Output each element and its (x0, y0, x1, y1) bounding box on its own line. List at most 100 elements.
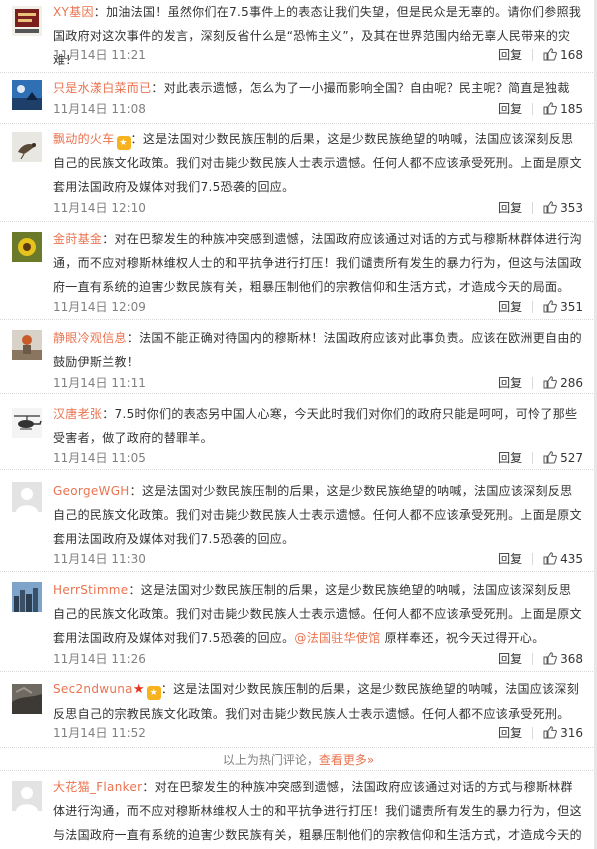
default-icon (12, 482, 42, 512)
thumbs-up-icon (543, 451, 557, 464)
comment-item: 大花猫_Flanker：对在巴黎发生的种族冲突感到遗憾，法国政府应该通过对话的方… (0, 770, 597, 849)
comment-username[interactable]: XY基因 (53, 5, 94, 19)
reply-button[interactable]: 回复 (498, 550, 522, 567)
avatar[interactable] (12, 781, 42, 811)
avatar[interactable] (12, 6, 42, 36)
default-icon (12, 781, 42, 811)
member-badge-icon: ★ (116, 136, 131, 150)
comment-time: 11月14日 11:11 (53, 376, 146, 390)
avatar[interactable] (12, 482, 42, 512)
colon: ： (102, 407, 115, 421)
comment-meta: 11月14日 12:10 回复 353 (53, 199, 583, 219)
comment-meta: 11月14日 11:11 回复 286 (53, 374, 583, 394)
avatar[interactable] (12, 232, 42, 262)
colon: ： (151, 81, 164, 95)
like-count: 168 (560, 47, 583, 62)
reply-button[interactable]: 回复 (498, 724, 522, 741)
comment-actions: 回复 435 (498, 550, 583, 567)
thumbs-up-icon (543, 552, 557, 565)
person-icon (12, 330, 42, 360)
comment-text: 金莳基金：对在巴黎发生的种族冲突感到遗憾，法国政府应该通过对话的方式与穆斯林群体… (53, 227, 583, 299)
avatar[interactable] (12, 582, 42, 612)
avatar[interactable] (12, 132, 42, 162)
divider (532, 201, 534, 214)
comment-actions: 回复 527 (498, 449, 583, 466)
flower-icon (12, 232, 42, 262)
comment-username[interactable]: 只是水漾白菜而已 (53, 81, 151, 95)
comment-item: HerrStimme：这是法国对少数民族压制的后果，这是少数民族绝望的呐喊，法国… (0, 572, 597, 672)
comment-item: 汉唐老张：7.5时你们的表态另中国人心寒，今天此时我们对你们的政府只能是呵呵，可… (0, 394, 597, 470)
avatar[interactable] (12, 684, 42, 714)
reply-button[interactable]: 回复 (498, 374, 522, 391)
comment-time: 11月14日 11:05 (53, 451, 146, 465)
comment-item: GeorgeWGH：这是法国对少数民族压制的后果，这是少数民族绝望的呐喊，法国应… (0, 470, 597, 572)
like-button[interactable]: 286 (543, 376, 583, 390)
avatar[interactable] (12, 408, 42, 438)
comment-username[interactable]: 大花猫_Flanker (53, 780, 142, 794)
comment-username[interactable]: Sec2ndwuna (53, 682, 133, 696)
reply-button[interactable]: 回复 (498, 449, 522, 466)
thumbs-up-icon (543, 300, 557, 313)
like-button[interactable]: 316 (543, 726, 583, 740)
comment-username[interactable]: GeorgeWGH (53, 484, 130, 498)
comment-item: 金莳基金：对在巴黎发生的种族冲突感到遗憾，法国政府应该通过对话的方式与穆斯林群体… (0, 222, 597, 320)
reply-button[interactable]: 回复 (498, 46, 522, 63)
comment-text: 只是水漾白菜而已：对此表示遗憾，怎么为了一小撮而影响全国？自由呢？民主呢？简直是… (53, 76, 583, 100)
view-more-link[interactable]: 查看更多» (319, 753, 374, 767)
comment-meta: 11月14日 11:21 回复 168 (53, 46, 583, 66)
comment-actions: 回复 185 (498, 100, 583, 117)
avatar[interactable] (12, 330, 42, 360)
comment-actions: 回复 316 (498, 724, 583, 741)
bird-icon (12, 132, 42, 162)
reply-button[interactable]: 回复 (498, 100, 522, 117)
comment-text: 大花猫_Flanker：对在巴黎发生的种族冲突感到遗憾，法国政府应该通过对话的方… (53, 775, 583, 849)
comment-item: 飘动的火车 ★ ：这是法国对少数民族压制的后果，这是少数民族绝望的呐喊，法国应该深刻… (0, 124, 597, 222)
like-count: 353 (560, 200, 583, 215)
divider (532, 726, 534, 739)
comment-username[interactable]: 飘动的火车 (53, 132, 115, 146)
like-button[interactable]: 527 (543, 451, 583, 465)
like-count: 351 (560, 299, 583, 314)
like-button[interactable]: 353 (543, 201, 583, 215)
comment-body-tail: 原样奉还，祝今天过得开心。 (380, 631, 545, 645)
comment-text: 汉唐老张：7.5时你们的表态另中国人心寒，今天此时我们对你们的政府只能是呵呵，可… (53, 402, 583, 450)
comment-item: Sec2ndwuna★ ★ ：这是法国对少数民族压制的后果，这是少数民族绝望的呐喊，… (0, 672, 597, 748)
comment-username[interactable]: HerrStimme (53, 583, 128, 597)
like-count: 286 (560, 375, 583, 390)
comment-item: XY基因：加油法国！虽然你们在7.5事件上的表态让我们失望，但是民众是无辜的。请… (0, 0, 597, 73)
divider (532, 102, 534, 115)
comment-username[interactable]: 汉唐老张 (53, 407, 102, 421)
colon: ： (142, 780, 155, 794)
like-button[interactable]: 351 (543, 300, 583, 314)
like-button[interactable]: 185 (543, 102, 583, 116)
hot-tip-text: 以上为热门评论， (222, 753, 319, 767)
comment-time: 11月14日 12:10 (53, 201, 146, 215)
divider (532, 48, 534, 61)
like-count: 435 (560, 551, 583, 566)
colon: ： (102, 232, 115, 246)
reply-button[interactable]: 回复 (498, 650, 522, 667)
like-button[interactable]: 435 (543, 552, 583, 566)
like-button[interactable]: 168 (543, 48, 583, 62)
like-button[interactable]: 368 (543, 652, 583, 666)
rock-icon (12, 684, 42, 714)
comment-actions: 回复 286 (498, 374, 583, 391)
thumbs-up-icon (543, 726, 557, 739)
comment-text: 静眼冷观信息：法国不能正确对待国内的穆斯林！法国政府应该对此事负责。应该在欧洲更… (53, 326, 583, 374)
mention-link[interactable]: @法国驻华使馆 (294, 631, 380, 645)
colon: ： (129, 484, 142, 498)
like-count: 368 (560, 651, 583, 666)
comment-username[interactable]: 静眼冷观信息 (53, 331, 127, 345)
hot-comments-tip: 以上为热门评论，查看更多» (0, 751, 597, 769)
avatar[interactable] (12, 80, 42, 110)
reply-button[interactable]: 回复 (498, 199, 522, 216)
comment-username[interactable]: 金莳基金 (53, 232, 102, 246)
comment-text: GeorgeWGH：这是法国对少数民族压制的后果，这是少数民族绝望的呐喊，法国应… (53, 479, 583, 551)
thumbs-up-icon (543, 652, 557, 665)
reply-button[interactable]: 回复 (498, 298, 522, 315)
poster-icon (12, 6, 42, 36)
colon: ： (128, 583, 141, 597)
thumbs-up-icon (543, 102, 557, 115)
comment-body: 对此表示遗憾，怎么为了一小撮而影响全国？自由呢？民主呢？简直是独裁 (163, 81, 570, 95)
city-icon (12, 582, 42, 612)
